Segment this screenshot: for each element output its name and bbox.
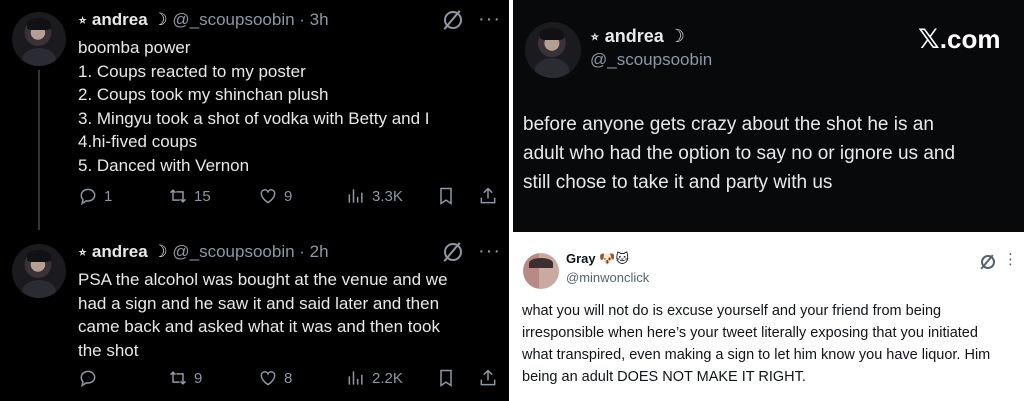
- star-symbol: ⭒: [78, 242, 88, 261]
- timestamp[interactable]: 2h: [310, 242, 329, 261]
- tweet-line: came back and asked what it was and then…: [78, 317, 440, 336]
- action-bar: 1 15 9 3.3K: [78, 184, 503, 208]
- tweet-line: 5. Danced with Vernon: [78, 155, 250, 175]
- tweet-text: PSA the alcohol was bought at the venue …: [78, 268, 498, 362]
- share-button[interactable]: [478, 184, 504, 208]
- bookmark-button[interactable]: [436, 184, 462, 208]
- tweet-header: ⭒ andrea ☽ @_scoupsoobin · 2h: [78, 242, 329, 262]
- tweet-line: 3. Mingyu took a shot of vodka with Bett…: [78, 108, 430, 128]
- handle[interactable]: @_scoupsoobin: [172, 242, 294, 261]
- emoji-badges: 🐶🐱: [599, 251, 630, 266]
- display-name[interactable]: andrea: [92, 10, 148, 29]
- repost-icon: [169, 371, 187, 385]
- heart-icon: [260, 189, 276, 204]
- handle: @_scoupsoobin: [590, 50, 713, 69]
- reply-icon: [80, 188, 96, 206]
- post-line: being an adult DOES NOT MAKE IT RIGHT.: [522, 369, 806, 385]
- tweet[interactable]: ⭒ andrea ☽ @_scoupsoobin · 2h ··· PSA th…: [0, 232, 509, 401]
- bookmark-icon: [440, 369, 452, 387]
- tweet-line: 2. Coups took my shinchan plush: [78, 85, 329, 104]
- views-button[interactable]: 3.3K: [346, 184, 403, 208]
- view-count: 2.2K: [372, 369, 403, 387]
- post-line: what you will not do is excuse yourself …: [522, 303, 942, 319]
- views-button[interactable]: 2.2K: [346, 366, 403, 390]
- brand-domain: .com: [939, 24, 1001, 54]
- bookmark-icon: [440, 187, 452, 205]
- tweet-line: PSA the alcohol was bought at the venue …: [78, 270, 448, 289]
- separator-dot: ·: [294, 10, 310, 29]
- post-line: adult who had the option to say no or ig…: [523, 143, 956, 164]
- like-count: 9: [284, 187, 293, 205]
- reply-button[interactable]: [78, 366, 104, 390]
- reply-icon: [80, 370, 96, 388]
- like-button[interactable]: 8: [258, 366, 292, 390]
- repost-button[interactable]: 15: [168, 184, 211, 208]
- display-name: Gray: [566, 251, 596, 266]
- screenshot-post: ⭒ andrea ☽ @_scoupsoobin 𝕏.com before an…: [513, 0, 1024, 232]
- post-text: before anyone gets crazy about the shot …: [523, 110, 1003, 197]
- x-logo: 𝕏.com: [918, 24, 1000, 55]
- repost-button[interactable]: 9: [168, 366, 202, 390]
- tweet-line: boomba power: [78, 38, 191, 57]
- repost-count: 9: [194, 369, 203, 387]
- moon-symbol: ☽: [668, 26, 685, 46]
- display-name: andrea: [604, 26, 664, 46]
- more-icon[interactable]: ···: [478, 8, 501, 31]
- display-name[interactable]: andrea: [92, 242, 148, 261]
- like-button[interactable]: 9: [258, 184, 292, 208]
- avatar[interactable]: [523, 253, 559, 289]
- post-text: what you will not do is excuse yourself …: [522, 300, 1020, 388]
- more-icon[interactable]: ···: [478, 240, 501, 263]
- separator-dot: ·: [294, 242, 310, 261]
- action-bar: 9 8 2.2K: [78, 366, 503, 390]
- grok-icon[interactable]: [981, 255, 995, 269]
- reply-post[interactable]: Gray 🐶🐱 @minwonclick ⋮ what you will not…: [513, 235, 1024, 401]
- tweet-line: 4.hi-fived coups: [78, 132, 198, 151]
- view-count: 3.3K: [372, 187, 403, 205]
- avatar[interactable]: [12, 244, 66, 298]
- repost-count: 15: [194, 187, 211, 205]
- grok-icon[interactable]: [444, 243, 462, 261]
- tweet-text: boomba power 1. Coups reacted to my post…: [78, 36, 498, 177]
- reply-count: 1: [104, 187, 113, 205]
- reply-button[interactable]: 1: [78, 184, 112, 208]
- tweet[interactable]: ⭒ andrea ☽ @_scoupsoobin · 3h ··· boomba…: [0, 0, 509, 232]
- post-author: ⭒ andrea ☽: [590, 26, 685, 47]
- moon-symbol: ☽: [152, 10, 168, 29]
- post-author[interactable]: Gray 🐶🐱: [566, 251, 629, 267]
- post-line: still chose to take it and party with us: [523, 172, 833, 193]
- handle[interactable]: @_scoupsoobin: [172, 10, 294, 29]
- tweet-line: 1. Coups reacted to my poster: [78, 61, 306, 81]
- views-icon: [348, 189, 363, 203]
- more-icon[interactable]: ⋮: [1003, 250, 1018, 268]
- repost-icon: [169, 189, 187, 203]
- avatar: [525, 22, 581, 78]
- like-count: 8: [284, 369, 293, 387]
- post-line: before anyone gets crazy about the shot …: [523, 114, 934, 135]
- moon-symbol: ☽: [152, 242, 168, 261]
- x-brand-mark: 𝕏: [918, 24, 940, 55]
- tweet-header: ⭒ andrea ☽ @_scoupsoobin · 3h: [78, 10, 329, 30]
- tweet-line: the shot: [78, 340, 139, 360]
- tweet-line: had a sign and he saw it and said later …: [78, 293, 440, 313]
- grok-icon[interactable]: [444, 11, 462, 29]
- star-symbol: ⭒: [78, 10, 88, 29]
- heart-icon: [260, 371, 276, 386]
- timestamp[interactable]: 3h: [310, 10, 329, 29]
- post-line: irresponsible when here’s your tweet lit…: [522, 325, 978, 341]
- thread-panel: ⭒ andrea ☽ @_scoupsoobin · 3h ··· boomba…: [0, 0, 509, 401]
- post-line: what transpired, even making a sign to l…: [522, 347, 991, 363]
- share-icon: [480, 369, 496, 386]
- avatar[interactable]: [12, 12, 66, 66]
- views-icon: [348, 371, 363, 385]
- bookmark-button[interactable]: [436, 366, 462, 390]
- share-icon: [480, 187, 496, 204]
- share-button[interactable]: [478, 366, 504, 390]
- handle[interactable]: @minwonclick: [566, 270, 649, 285]
- star-symbol: ⭒: [590, 26, 600, 46]
